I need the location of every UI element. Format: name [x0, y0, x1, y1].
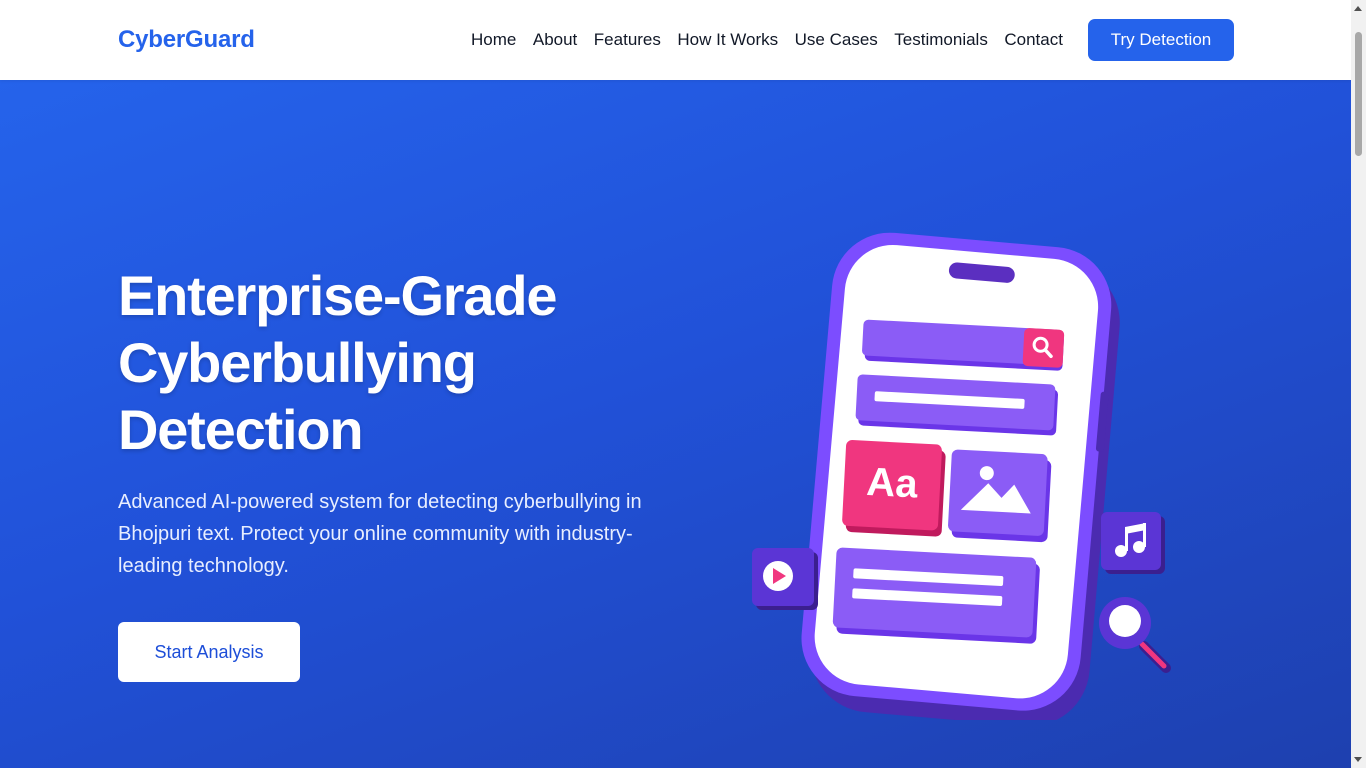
top-navbar: CyberGuard Home About Features How It Wo…	[0, 0, 1351, 80]
play-icon	[752, 548, 818, 610]
nav-link-use-cases[interactable]: Use Cases	[795, 30, 878, 50]
nav-link-home[interactable]: Home	[471, 30, 516, 50]
try-detection-button[interactable]: Try Detection	[1088, 19, 1234, 61]
phone-illustration: Aa	[752, 232, 1171, 720]
nav-link-about[interactable]: About	[533, 30, 577, 50]
scroll-up-arrow-icon[interactable]	[1354, 6, 1362, 11]
nav-link-testimonials[interactable]: Testimonials	[894, 30, 988, 50]
magnifier-icon	[1099, 597, 1171, 673]
scrollbar-thumb[interactable]	[1355, 32, 1362, 156]
start-analysis-button[interactable]: Start Analysis	[118, 622, 300, 682]
nav-links: Home About Features How It Works Use Cas…	[471, 30, 1079, 50]
scroll-down-arrow-icon[interactable]	[1354, 757, 1362, 762]
text-tile-label: Aa	[865, 460, 919, 507]
nav-link-contact[interactable]: Contact	[1004, 30, 1063, 50]
nav-link-features[interactable]: Features	[594, 30, 661, 50]
page-scrollbar[interactable]	[1351, 0, 1366, 768]
search-icon	[1022, 328, 1065, 368]
nav-link-how-it-works[interactable]: How It Works	[677, 30, 778, 50]
brand-logo[interactable]: CyberGuard	[118, 26, 255, 54]
hero-section: Enterprise-Grade Cyberbullying Detection…	[0, 80, 1351, 768]
image-icon	[948, 449, 1048, 536]
hero-subtitle: Advanced AI-powered system for detecting…	[118, 491, 642, 577]
music-note-icon	[1101, 512, 1165, 574]
hero-title: Enterprise-Grade Cyberbullying Detection	[118, 264, 557, 461]
